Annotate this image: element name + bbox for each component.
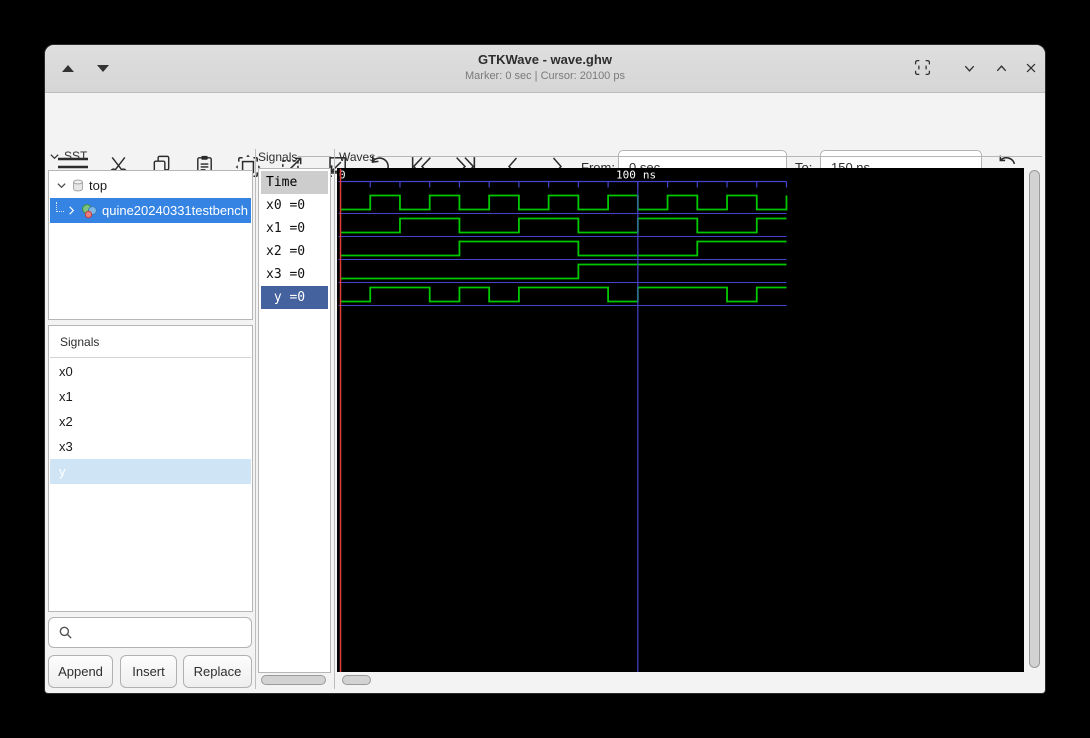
list-item-x1[interactable]: x1 <box>50 384 251 409</box>
signal-values-panel: Time x0 =0 x1 =0 x2 =0 x3 =0 y =0 <box>258 168 331 673</box>
wave-trace-x3 <box>340 263 787 280</box>
chevron-down-icon <box>964 65 974 72</box>
mid-signals-frame-label: Signals <box>258 150 298 164</box>
value-row-y[interactable]: y =0 <box>261 286 328 309</box>
value-row-x3[interactable]: x3 =0 <box>261 263 328 286</box>
close-icon <box>1026 63 1036 73</box>
toolbar: From: To: <box>45 92 1045 185</box>
wave-trace-x1 <box>340 217 787 234</box>
testbench-icon <box>82 203 97 218</box>
pane-splitter-left[interactable] <box>255 149 256 689</box>
insert-button[interactable]: Insert <box>120 655 177 688</box>
signals-list-header: Signals <box>50 327 251 358</box>
wave-canvas[interactable]: 0 100 ns <box>337 168 1024 672</box>
fit-window-button[interactable] <box>913 58 931 76</box>
minimize-button[interactable] <box>960 59 978 77</box>
maximize-button[interactable] <box>992 59 1010 77</box>
titlebar-text: GTKWave - wave.ghw Marker: 0 sec | Curso… <box>45 51 1045 84</box>
waves-frame-rule <box>378 156 1042 157</box>
wave-trace-x0 <box>340 194 788 211</box>
list-item-x2[interactable]: x2 <box>50 409 251 434</box>
tree-expander-closed-icon[interactable] <box>66 205 77 216</box>
value-row-x1[interactable]: x1 =0 <box>261 217 328 240</box>
tree-item-top[interactable]: top <box>50 173 251 198</box>
fit-icon <box>914 59 930 75</box>
marker-cursor-status: Marker: 0 sec | Cursor: 20100 ps <box>465 70 625 82</box>
signal-search-list: Signals x0 x1 x2 x3 y <box>48 325 253 612</box>
wave-vscrollbar-thumb[interactable] <box>1029 170 1040 668</box>
wave-trace-y <box>340 286 787 303</box>
tree-item-label: top <box>89 178 108 193</box>
scope-icon <box>73 179 83 192</box>
close-button[interactable] <box>1022 59 1040 77</box>
sst-header: SST <box>64 149 88 163</box>
pane-splitter-right[interactable] <box>334 149 335 689</box>
waveform-plot: 0 100 ns <box>338 169 788 672</box>
tree-item-testbench[interactable]: quine20240331testbench <box>50 198 251 223</box>
wave-hscrollbar-thumb[interactable] <box>342 675 371 685</box>
chevron-up-icon <box>996 64 1006 71</box>
tree-connector <box>56 201 64 212</box>
list-item-x0[interactable]: x0 <box>50 359 251 384</box>
mid-frame-rule <box>298 156 331 157</box>
waves-frame-label: Waves <box>339 150 376 164</box>
sst-tree: top quine20240331testbench <box>48 170 253 320</box>
titlebar[interactable]: GTKWave - wave.ghw Marker: 0 sec | Curso… <box>45 45 1045 93</box>
sst-expander[interactable]: SST <box>49 149 87 163</box>
replace-button[interactable]: Replace <box>183 655 252 688</box>
value-row-x2[interactable]: x2 =0 <box>261 240 328 263</box>
timeline-label-major-unit: ns <box>643 169 656 182</box>
search-icon <box>59 626 72 639</box>
wave-trace-x2 <box>340 240 787 257</box>
append-button[interactable]: Append <box>48 655 113 688</box>
window-title: GTKWave - wave.ghw <box>478 52 612 67</box>
tree-expander-open-icon[interactable] <box>56 180 67 191</box>
timeline-label-major-value: 100 <box>616 169 636 182</box>
expander-chevron-icon <box>50 153 59 159</box>
value-row-x0[interactable]: x0 =0 <box>261 194 328 217</box>
time-header: Time <box>261 171 328 194</box>
desktop: { "window": { "title": "GTKWave - wave.g… <box>0 0 1090 738</box>
mid-hscrollbar-thumb[interactable] <box>261 675 326 685</box>
list-item-y[interactable]: y <box>50 459 251 484</box>
list-item-x3[interactable]: x3 <box>50 434 251 459</box>
tree-item-label: quine20240331testbench <box>102 203 249 218</box>
signal-search-field[interactable] <box>48 617 252 648</box>
gtkwave-window: GTKWave - wave.ghw Marker: 0 sec | Curso… <box>45 45 1045 693</box>
